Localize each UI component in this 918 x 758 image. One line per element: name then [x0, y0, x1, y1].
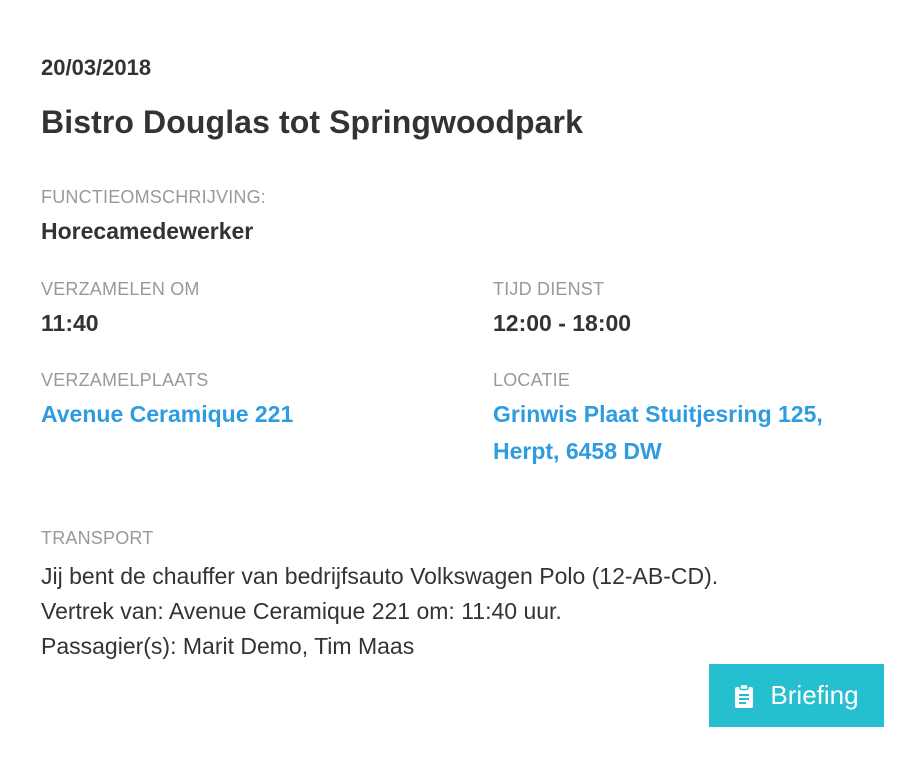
gather-place-label: VERZAMELPLAATS [41, 370, 209, 390]
gather-place-link[interactable]: Avenue Ceramique 221 [41, 396, 293, 433]
shift-time-value: 12:00 - 18:00 [493, 310, 632, 336]
gather-time-value: 11:40 [41, 310, 99, 336]
function-label: FUNCTIEOMSCHRIJVING: [41, 187, 267, 207]
transport-line: Passagier(s): Marit Demo, Tim Maas [41, 633, 415, 659]
shift-date: 20/03/2018 [41, 55, 152, 80]
location-link[interactable]: Grinwis Plaat Stuitjesring 125, Herpt, 6… [493, 396, 823, 470]
shift-title: Bistro Douglas tot Springwoodpark [41, 104, 583, 140]
shift-time-label: TIJD DIENST [493, 279, 605, 299]
shift-card: 20/03/2018 Bistro Douglas tot Springwood… [0, 0, 918, 758]
gather-time-label: VERZAMELEN OM [41, 279, 200, 299]
transport-details: Jij bent de chauffer van bedrijfsauto Vo… [41, 559, 718, 664]
transport-line: Jij bent de chauffer van bedrijfsauto Vo… [41, 563, 719, 589]
location-label: LOCATIE [493, 370, 571, 390]
briefing-button[interactable]: Briefing [709, 664, 884, 727]
transport-label: TRANSPORT [41, 528, 154, 548]
location-line-2: Herpt, 6458 DW [493, 438, 662, 464]
clipboard-icon [734, 683, 754, 709]
location-line-1: Grinwis Plaat Stuitjesring 125, [493, 401, 823, 427]
briefing-button-label: Briefing [770, 680, 859, 710]
transport-line: Vertrek van: Avenue Ceramique 221 om: 11… [41, 598, 562, 624]
function-value: Horecamedewerker [41, 218, 254, 244]
